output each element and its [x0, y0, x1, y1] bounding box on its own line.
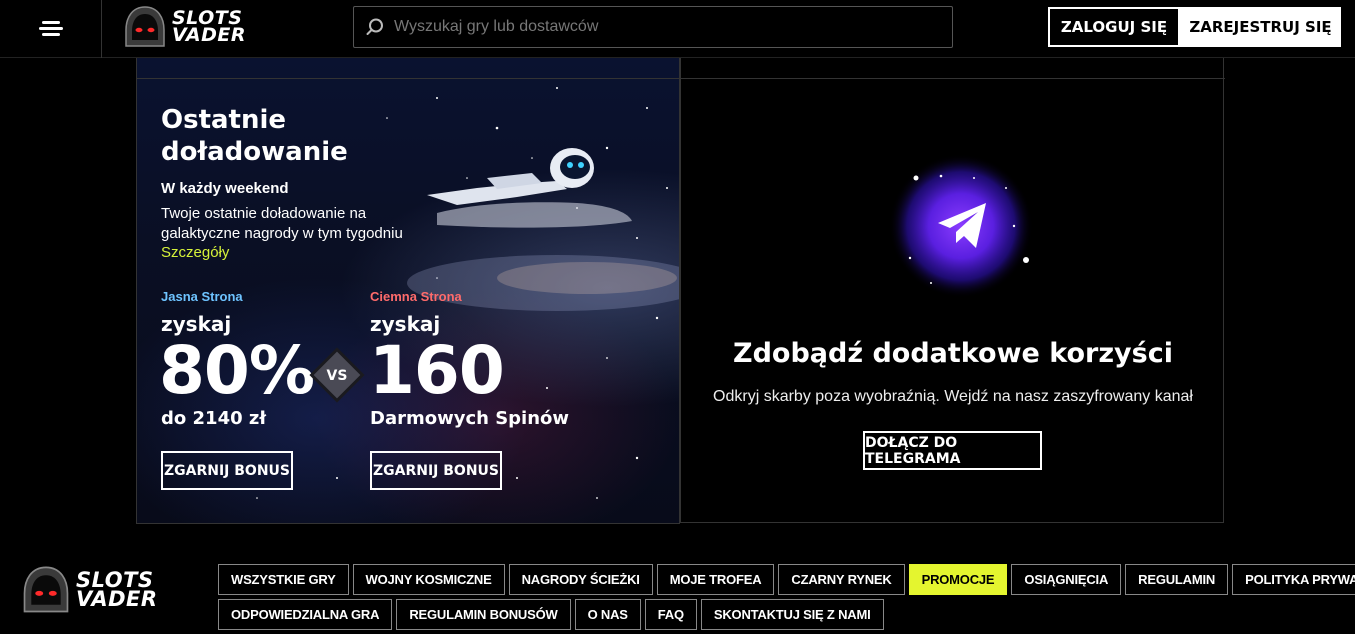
promo-card-last-reload: Ostatnie doładowanie W każdy weekend Two… [136, 58, 680, 524]
login-button[interactable]: ZALOGUJ SIĘ [1048, 7, 1180, 47]
footer-link-moje-trofea[interactable]: MOJE TROFEA [656, 564, 775, 595]
site-logo[interactable]: SLOTS VADER [122, 4, 246, 50]
hooded-vader-icon [23, 566, 69, 613]
footer-link-nagrody-sciezki[interactable]: NAGRODY ŚCIEŻKI [508, 564, 653, 595]
join-telegram-button[interactable]: DOŁĄCZ DO TELEGRAMA [863, 431, 1042, 470]
search-icon [366, 18, 383, 35]
logo-wordmark: SLOTS VADER [76, 570, 158, 611]
footer-link-regulamin[interactable]: REGULAMIN [1125, 564, 1229, 595]
light-side-label: Jasna Strona [161, 289, 243, 304]
dark-side-label: Ciemna Strona [370, 289, 462, 304]
promo-title: Ostatnie doładowanie [161, 105, 348, 167]
hamburger-icon [38, 21, 63, 37]
footer-link-promocje[interactable]: PROMOCJE [908, 564, 1008, 595]
panel-top-divider [681, 78, 1225, 79]
menu-button[interactable] [0, 0, 102, 58]
footer-link-polityka-prywatnosci[interactable]: POLITYKA PRYWATNOŚCI [1232, 564, 1355, 595]
vs-badge: VS [309, 347, 365, 403]
astronaut-illustration [427, 148, 632, 228]
register-button[interactable]: ZAREJESTRUJ SIĘ [1180, 7, 1341, 47]
telegram-description: Odkryj skarby poza wyobraźnią. Wejdź na … [713, 388, 1193, 405]
footer-nav: WSZYSTKIE GRY WOJNY KOSMICZNE NAGRODY ŚCIE… [218, 564, 1355, 634]
light-side-value: 80% [159, 332, 315, 409]
telegram-title: Zdobądź dodatkowe korzyści [733, 338, 1173, 369]
hooded-vader-icon [125, 6, 165, 47]
footer-nav-row-1: WSZYSTKIE GRY WOJNY KOSMICZNE NAGRODY ŚCIE… [218, 564, 1355, 595]
telegram-card: Zdobądź dodatkowe korzyści Odkryj skarby… [680, 58, 1225, 523]
footer-nav-row-2: ODPOWIEDZIALNA GRA REGULAMIN BONUSÓW O NAS… [218, 599, 1258, 630]
footer-link-regulamin-bonusow[interactable]: REGULAMIN BONUSÓW [396, 599, 571, 630]
promo-subtitle: W każdy weekend [161, 180, 289, 197]
claim-bonus-light-button[interactable]: ZGARNIJ BONUS [161, 451, 293, 490]
footer-link-odpowiedzialna-gra[interactable]: ODPOWIEDZIALNA GRA [218, 599, 393, 630]
claim-bonus-dark-button[interactable]: ZGARNIJ BONUS [370, 451, 502, 490]
logo-wordmark: SLOTS VADER [172, 8, 247, 46]
details-link[interactable]: Szczegóły [161, 244, 229, 261]
dark-side-value: 160 [369, 332, 505, 409]
dark-side-amount: Darmowych Spinów [370, 408, 570, 429]
footer-link-wszystkie-gry[interactable]: WSZYSTKIE GRY [218, 564, 349, 595]
top-header: SLOTS VADER ZALOGUJ SIĘ ZAREJESTRUJ SIĘ [0, 0, 1355, 58]
footer-link-faq[interactable]: FAQ [644, 599, 697, 630]
search-box[interactable] [353, 6, 953, 48]
footer-link-czarny-rynek[interactable]: CZARNY RYNEK [778, 564, 905, 595]
logo-line2: VADER [172, 24, 247, 46]
footer-link-wojny-kosmiczne[interactable]: WOJNY KOSMICZNE [352, 564, 505, 595]
footer-link-skontaktuj-sie-z-nami[interactable]: SKONTAKTUJ SIĘ Z NAMI [700, 599, 884, 630]
telegram-icon [889, 154, 1033, 298]
search-input[interactable] [394, 18, 934, 36]
footer-link-o-nas[interactable]: O NAS [574, 599, 641, 630]
footer-logo[interactable]: SLOTS VADER [20, 564, 158, 616]
logo-line2: VADER [76, 587, 158, 611]
promo-description: Twoje ostatnie doładowanie na galaktyczn… [161, 205, 403, 242]
vs-text: VS [327, 368, 348, 384]
light-side-amount: do 2140 zł [161, 408, 267, 429]
footer-link-osiagniecia[interactable]: OSIĄGNIĘCIA [1011, 564, 1122, 595]
